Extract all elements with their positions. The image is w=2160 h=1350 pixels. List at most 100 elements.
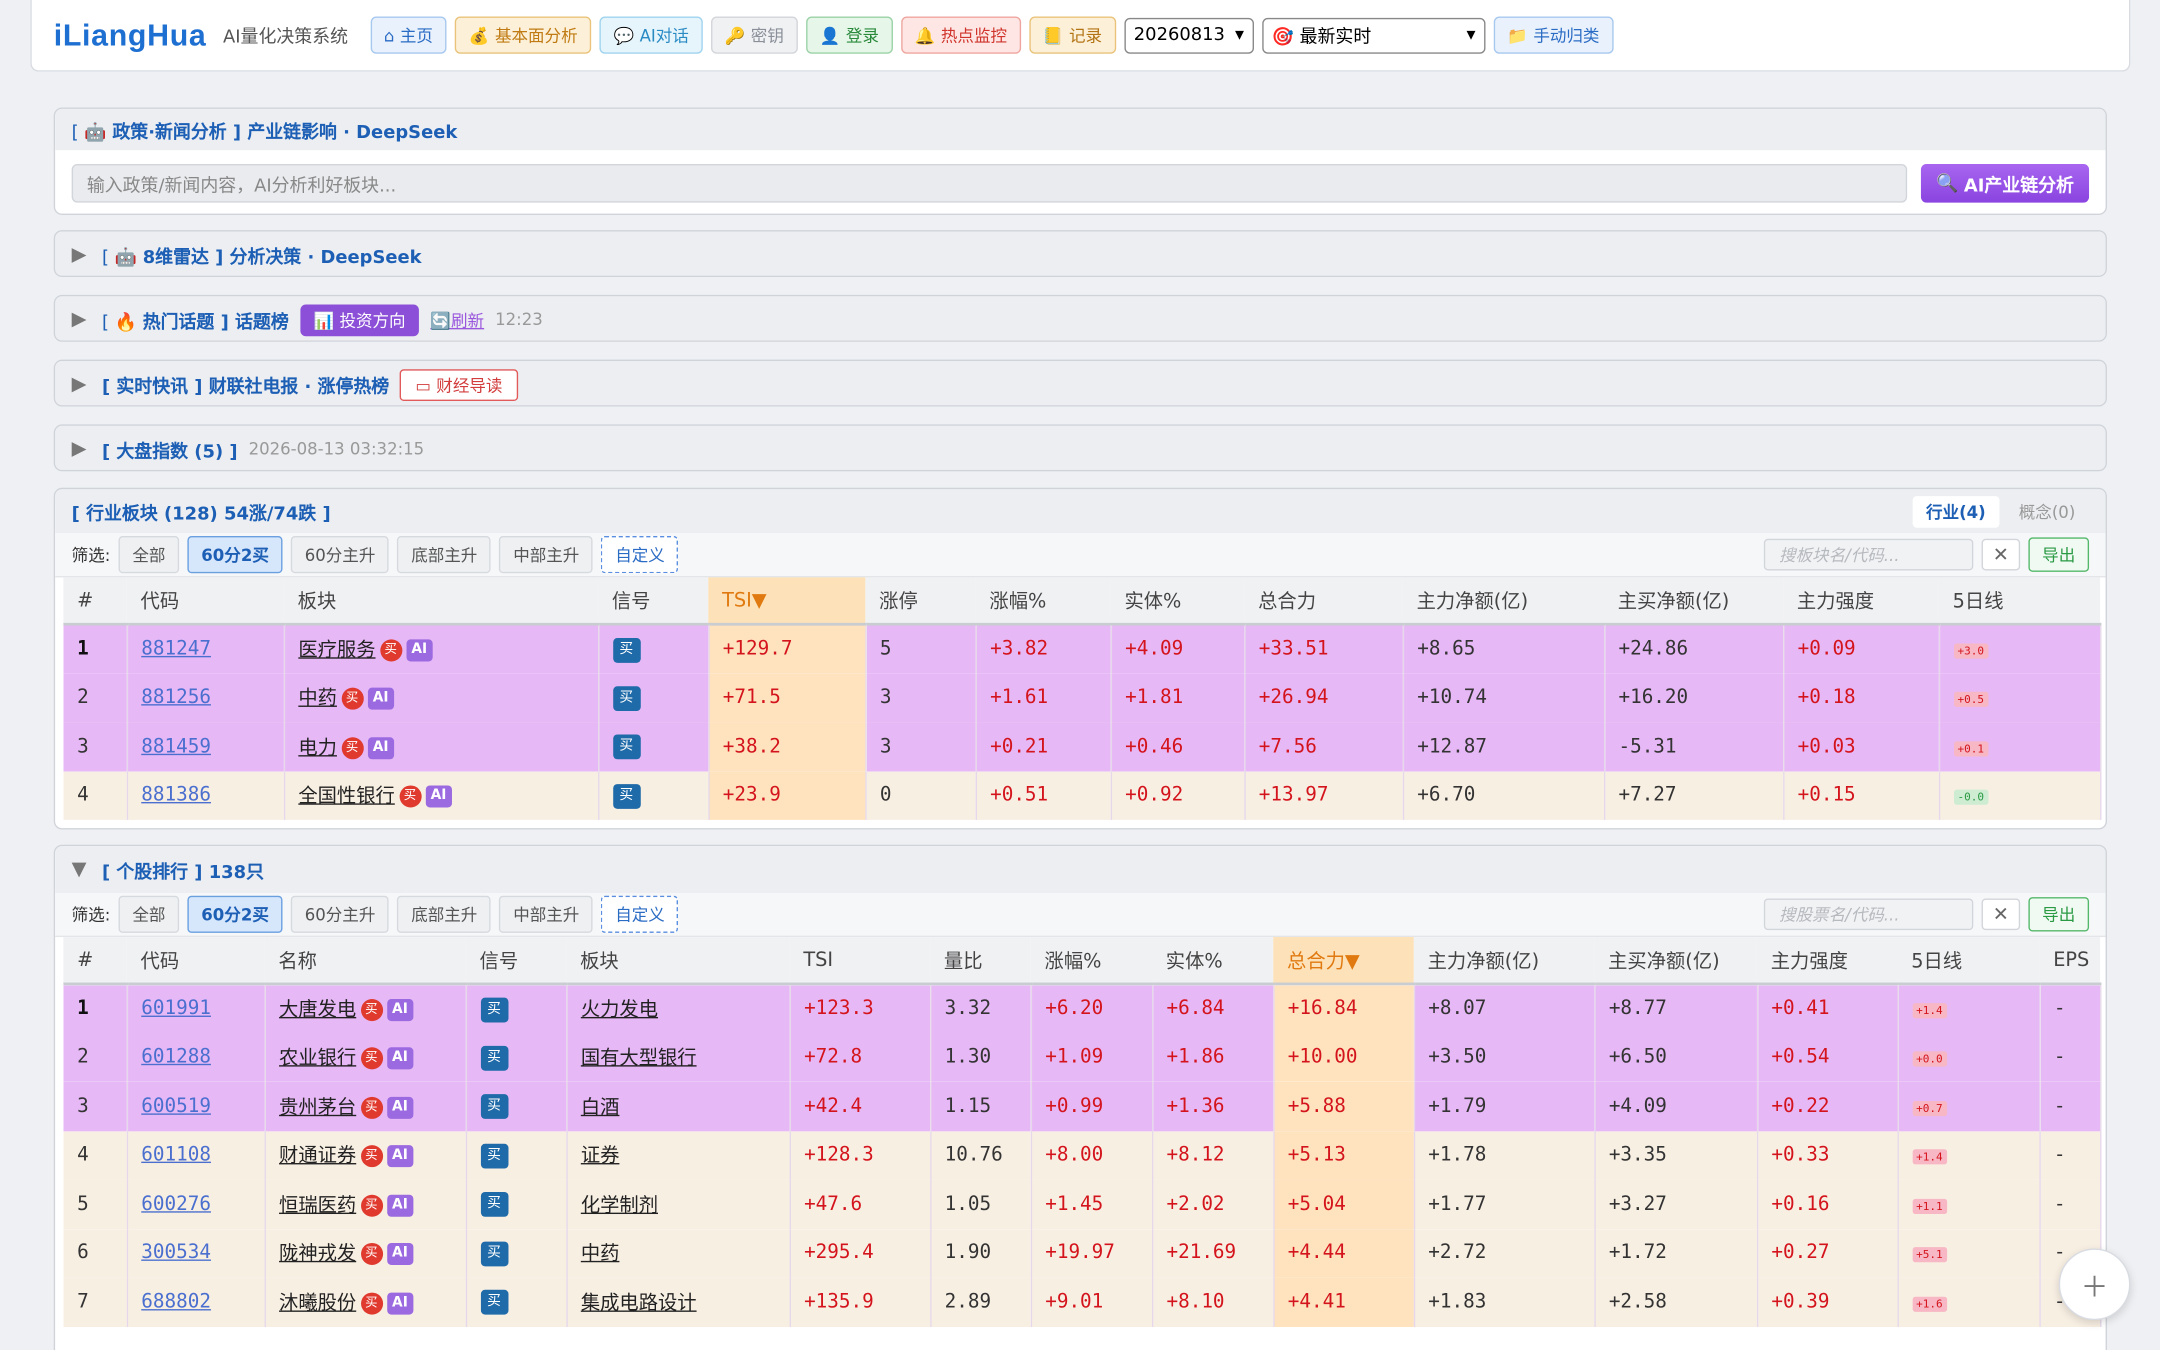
- code-link[interactable]: 881386: [141, 784, 211, 806]
- code-link[interactable]: 601991: [141, 998, 211, 1020]
- sector-link[interactable]: 集成电路设计: [581, 1292, 697, 1314]
- sector-link[interactable]: 火力发电: [581, 999, 658, 1021]
- nav-home-button[interactable]: ⌂ 主页: [370, 16, 447, 54]
- invest-direction-button[interactable]: 📊 投资方向: [299, 303, 420, 336]
- stock-name-link[interactable]: 陇神戎发: [279, 1243, 356, 1265]
- tab-concept[interactable]: 概念(0): [2005, 495, 2089, 527]
- filter-all[interactable]: 全部: [118, 536, 180, 574]
- stocks-export-button[interactable]: 导出: [2028, 897, 2090, 932]
- ai-chain-analysis-button[interactable]: 🔍 AI产业链分析: [1920, 163, 2090, 203]
- column-header[interactable]: TSI▼: [708, 577, 866, 626]
- column-header[interactable]: 主力强度: [1756, 937, 1898, 986]
- ai-badge[interactable]: AI: [386, 1194, 414, 1217]
- column-header[interactable]: 实体%: [1110, 577, 1245, 626]
- code-link[interactable]: 881247: [141, 638, 211, 660]
- filter-custom[interactable]: 自定义: [601, 895, 679, 933]
- column-header[interactable]: 主力净额(亿): [1402, 577, 1604, 626]
- sector-name-link[interactable]: 医疗服务: [298, 640, 375, 662]
- plus-icon[interactable]: ＋: [2058, 1248, 2131, 1321]
- close-icon[interactable]: ✕: [1981, 898, 2021, 931]
- sector-name-link[interactable]: 全国性银行: [298, 786, 394, 808]
- ai-badge[interactable]: AI: [386, 1145, 414, 1168]
- code-link[interactable]: 688802: [141, 1291, 211, 1313]
- code-link[interactable]: 881256: [141, 687, 211, 709]
- column-header[interactable]: 5日线: [1897, 937, 2040, 986]
- filter-all[interactable]: 全部: [118, 895, 180, 933]
- column-header[interactable]: 主力强度: [1783, 577, 1939, 626]
- nav-key-button[interactable]: 🔑 密钥: [710, 16, 798, 54]
- column-header[interactable]: 涨停: [865, 577, 976, 626]
- column-header[interactable]: 信号: [465, 937, 567, 986]
- code-link[interactable]: 300534: [141, 1242, 211, 1264]
- column-header[interactable]: 量比: [930, 937, 1031, 986]
- close-icon[interactable]: ✕: [1981, 538, 2021, 571]
- ai-badge[interactable]: AI: [386, 1292, 414, 1315]
- mode-select[interactable]: 🎯 最新实时 ▾: [1261, 17, 1486, 54]
- column-header[interactable]: EPS: [2039, 937, 2101, 986]
- filter-60-main[interactable]: 60分主升: [290, 536, 390, 574]
- stock-name-link[interactable]: 沐曦股份: [279, 1292, 356, 1314]
- column-header[interactable]: 名称: [264, 937, 466, 986]
- expand-triangle-icon[interactable]: ▶: [72, 373, 91, 395]
- industry-export-button[interactable]: 导出: [2028, 537, 2090, 572]
- column-header[interactable]: 5日线: [1938, 577, 2101, 626]
- table-row[interactable]: 3 600519 贵州茅台买 AI 买白酒 +42.4 1.15 +0.99 +1.36 +5.8…: [63, 1081, 2101, 1131]
- table-row[interactable]: 2 881256 中药买 AI 买 +71.5 3 +1.61 +1.81 +26.94 +10.7…: [63, 673, 2101, 723]
- code-link[interactable]: 600519: [141, 1095, 211, 1117]
- ai-badge[interactable]: AI: [386, 999, 414, 1022]
- nav-login-button[interactable]: 👤 登录: [805, 16, 893, 54]
- policy-input[interactable]: 输入政策/新闻内容，AI分析利好板块...: [71, 163, 1908, 203]
- nav-fundamental-button[interactable]: 💰 基本面分析: [455, 16, 592, 54]
- column-header[interactable]: 板块: [566, 937, 790, 986]
- expand-triangle-icon[interactable]: ▶: [72, 309, 91, 331]
- ai-badge[interactable]: AI: [425, 785, 452, 808]
- ai-badge[interactable]: AI: [386, 1243, 414, 1266]
- sector-name-link[interactable]: 中药: [298, 688, 337, 710]
- column-header[interactable]: 涨幅%: [1030, 937, 1153, 986]
- date-select[interactable]: 20260813 ▾: [1124, 17, 1254, 54]
- filter-bottom[interactable]: 底部主升: [397, 895, 492, 933]
- tab-industry[interactable]: 行业(4): [1912, 495, 2000, 528]
- column-header[interactable]: 实体%: [1152, 937, 1274, 986]
- code-link[interactable]: 600276: [141, 1193, 211, 1215]
- industry-search-input[interactable]: 搜板块名/代码...: [1763, 538, 1974, 571]
- ai-badge[interactable]: AI: [386, 1096, 414, 1119]
- filter-middle[interactable]: 中部主升: [499, 895, 594, 933]
- stock-name-link[interactable]: 大唐发电: [279, 999, 356, 1021]
- column-header[interactable]: TSI: [789, 937, 931, 986]
- column-header[interactable]: 总合力▼: [1273, 937, 1414, 986]
- nav-ai-chat-button[interactable]: 💬 AI对话: [599, 16, 703, 54]
- filter-bottom[interactable]: 底部主升: [397, 536, 492, 574]
- table-row[interactable]: 6 300534 陇神戎发买 AI 买中药 +295.4 1.90 +19.97 +21.69 +…: [63, 1228, 2101, 1278]
- column-header[interactable]: #: [63, 577, 127, 626]
- table-row[interactable]: 1 601991 大唐发电买 AI 买火力发电 +123.3 3.32 +6.20 +6.84 +…: [63, 983, 2101, 1033]
- sector-link[interactable]: 白酒: [581, 1097, 620, 1119]
- stock-name-link[interactable]: 恒瑞医药: [279, 1194, 356, 1216]
- column-header[interactable]: 总合力: [1244, 577, 1403, 626]
- ai-badge[interactable]: AI: [405, 639, 433, 662]
- table-row[interactable]: 5 600276 恒瑞医药买 AI 买化学制剂 +47.6 1.05 +1.45 +2.02 +5…: [63, 1179, 2101, 1229]
- ai-badge[interactable]: AI: [367, 687, 395, 711]
- table-row[interactable]: 1 881247 医疗服务买 AI 买 +129.7 5 +3.82 +4.09 +33.51 +8…: [63, 624, 2101, 674]
- sector-link[interactable]: 国有大型银行: [581, 1048, 697, 1070]
- stock-name-link[interactable]: 农业银行: [279, 1048, 356, 1070]
- column-header[interactable]: 主买净额(亿): [1594, 937, 1757, 986]
- column-header[interactable]: 主力净额(亿): [1413, 937, 1595, 986]
- filter-60-2buy[interactable]: 60分2买: [187, 895, 283, 933]
- nav-hot-monitor-button[interactable]: 🔔 热点监控: [900, 16, 1021, 54]
- code-link[interactable]: 601288: [141, 1046, 211, 1068]
- collapse-triangle-icon[interactable]: ▼: [72, 858, 91, 880]
- column-header[interactable]: 代码: [126, 577, 284, 626]
- market-index-panel[interactable]: ▶ [ 大盘指数 (5) ] 2026-08-13 03:32:15: [53, 424, 2107, 472]
- stock-name-link[interactable]: 财通证券: [279, 1145, 356, 1167]
- code-link[interactable]: 881459: [141, 736, 211, 758]
- expand-triangle-icon[interactable]: ▶: [72, 438, 91, 460]
- table-row[interactable]: 2 601288 农业银行买 AI 买国有大型银行 +72.8 1.30 +1.09 +1.86…: [63, 1032, 2101, 1082]
- radar-panel[interactable]: ▶ [ 🤖 8维雷达 ] 分析决策 · DeepSeek: [53, 230, 2107, 277]
- nav-record-button[interactable]: 📒 记录: [1029, 16, 1116, 54]
- column-header[interactable]: 板块: [283, 577, 599, 626]
- code-link[interactable]: 601108: [141, 1144, 211, 1166]
- stocks-search-input[interactable]: 搜股票名/代码...: [1763, 898, 1974, 931]
- table-row[interactable]: 4 881386 全国性银行买 AI 买 +23.9 0 +0.51 +0.92 +13.97 +6…: [63, 770, 2101, 820]
- ai-badge[interactable]: AI: [367, 736, 395, 759]
